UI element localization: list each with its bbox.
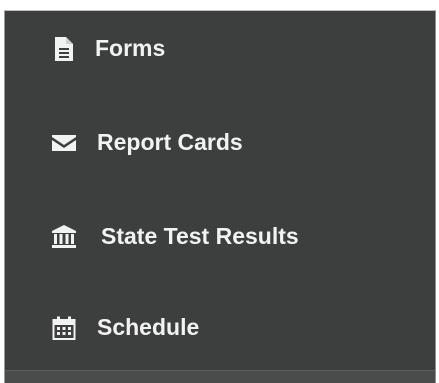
menu-item-label: Forms <box>95 35 166 61</box>
menu-item-label: Report Cards <box>97 129 243 155</box>
menu-item-schedule[interactable]: Schedule <box>51 314 199 341</box>
menu-item-label: State Test Results <box>101 223 299 249</box>
calendar-icon <box>51 315 77 341</box>
menu-item-label: Schedule <box>97 314 200 340</box>
menu-item-forms[interactable]: Forms <box>51 35 165 62</box>
menu-item-state-test-results[interactable]: State Test Results <box>51 223 299 250</box>
menu-bottom-divider <box>5 370 435 383</box>
file-icon <box>51 36 77 62</box>
sidebar-menu: Forms Report Cards State Test Results Sc… <box>4 10 436 383</box>
bank-icon <box>51 224 77 250</box>
menu-item-report-cards[interactable]: Report Cards <box>51 129 243 156</box>
envelope-icon <box>51 130 77 156</box>
